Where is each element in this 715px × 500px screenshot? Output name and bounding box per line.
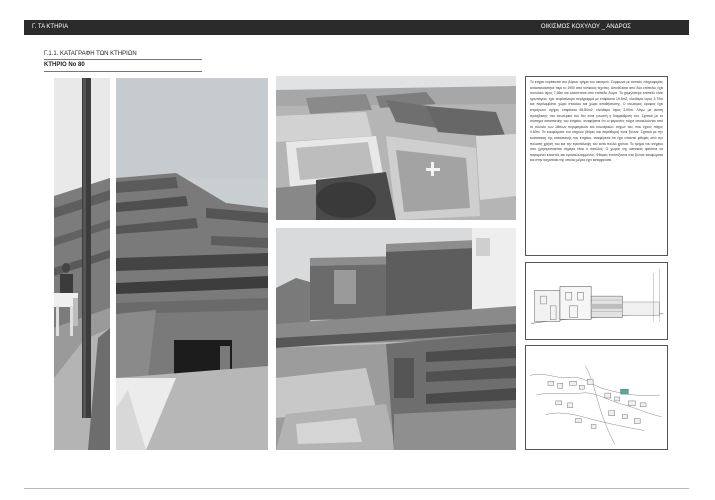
highlighted-building xyxy=(620,388,629,395)
divider xyxy=(44,59,202,60)
map-icon xyxy=(526,346,667,449)
settlement-label: ΟΙΚΙΣΜΟΣ ΚΟΧΥΛΟΥ _ ΑΝΔΡΟΣ xyxy=(540,24,631,30)
photo-lane-donkey xyxy=(54,78,110,450)
photo-roofs-overview xyxy=(276,76,516,220)
photo-icon xyxy=(276,228,516,450)
photo-stone-doorway xyxy=(116,78,268,450)
page-bottom-rule xyxy=(24,488,689,489)
section-title: Γ.1.1. ΚΑΤΑΓΡΑΦΗ ΤΩΝ ΚΤΗΡΙΩΝ xyxy=(44,51,137,57)
page-top-margin xyxy=(0,0,715,20)
building-description: Το κτήριο ευρίσκεται στο βόρειο τμήμα το… xyxy=(530,80,663,163)
photo-icon xyxy=(54,78,110,450)
header-bar: Γ. ΤΑ ΚΤΗΡΙΑ ΟΙΚΙΣΜΟΣ ΚΟΧΥΛΟΥ _ ΑΝΔΡΟΣ xyxy=(24,20,689,35)
photo-icon xyxy=(276,76,516,220)
chapter-label: Γ. ΤΑ ΚΤΗΡΙΑ xyxy=(32,24,69,30)
building-id: ΚΤΗΡΙΟ Νο 80 xyxy=(44,62,85,68)
description-box: Το κτήριο ευρίσκεται στο βόρειο τμήμα το… xyxy=(525,76,668,256)
elevation-drawing xyxy=(525,262,668,340)
photo-houses-stone-walls xyxy=(276,228,516,450)
site-plan-map xyxy=(525,345,668,450)
photo-icon xyxy=(116,78,268,450)
drawing-icon xyxy=(526,263,667,339)
divider xyxy=(44,71,202,72)
